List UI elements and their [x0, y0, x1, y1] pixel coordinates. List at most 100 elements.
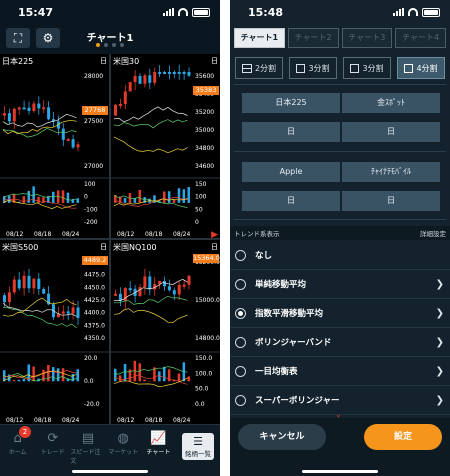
radio[interactable] [235, 365, 246, 377]
radio[interactable] [235, 278, 246, 290]
candle-body [12, 279, 16, 293]
chevron-right-icon[interactable]: ❯ [436, 395, 444, 406]
osc-bar [17, 379, 21, 382]
split-label: 3分割 [362, 63, 384, 73]
y-tick-label: 4475.0 [84, 272, 105, 279]
chart-panel-nikkei[interactable]: 28000 27500 27000 100 0 -100 -200 08/12 08/18 08/… [0, 54, 109, 238]
page-dot[interactable] [112, 43, 116, 47]
tab-label: トレード [40, 449, 65, 456]
slot-1-interval[interactable]: 日 [242, 122, 340, 142]
slot-2-interval[interactable]: 日 [342, 122, 440, 142]
detail-settings-link[interactable]: 詳細設定 [420, 228, 446, 238]
osc-bar [182, 189, 186, 203]
osc-tick-label: 50.0 [195, 386, 209, 393]
tab-chart-1[interactable]: チャート1 [234, 28, 285, 48]
radio[interactable] [235, 249, 246, 261]
section-title: トレンド系表示 [234, 230, 280, 238]
tab-home[interactable]: ⌂ 2 ホーム [0, 425, 35, 476]
tab-label: 銘柄一覧 [185, 450, 212, 458]
page-dots[interactable] [0, 43, 220, 47]
option-ema[interactable]: 指数平滑移動平均 ❯ [230, 299, 450, 328]
tab-trade[interactable]: ⟳ トレード [35, 425, 70, 476]
candle-body [172, 290, 176, 295]
osc-bar [52, 367, 55, 382]
osc-bar [52, 191, 55, 203]
symbol-list-button[interactable]: ☰ 銘柄一覧 [182, 433, 215, 460]
action-bar: キャンセル 設定 [230, 418, 450, 476]
slot-3-interval[interactable]: 日 [242, 191, 340, 211]
ma-line [113, 308, 188, 324]
ma-line [113, 119, 188, 129]
osc-bar [187, 187, 190, 203]
list-icon: ☰ [193, 435, 203, 448]
chart-header: ⛶ ⚙ チャート1 [0, 24, 220, 54]
osc-bar [61, 368, 65, 382]
candle-body [163, 72, 166, 74]
candle-body [3, 295, 6, 303]
chevron-right-icon[interactable]: ❯ [436, 366, 444, 377]
osc-bar [27, 190, 30, 203]
split-3b-button[interactable]: 3分割 [343, 57, 391, 79]
page-dot[interactable] [104, 43, 108, 47]
tab-chart[interactable]: 📈 チャート [141, 425, 176, 476]
ma-line [2, 297, 77, 317]
osc-bar [138, 363, 141, 382]
page-dot[interactable] [96, 43, 100, 47]
candle-body [66, 139, 70, 142]
page-dot[interactable] [120, 43, 124, 47]
price-tag: 35383 [193, 86, 219, 95]
chevron-right-icon[interactable]: ❯ [436, 308, 444, 319]
radio-selected[interactable] [235, 307, 246, 319]
tab-chart-3[interactable]: チャート3 [341, 28, 393, 48]
candle-body [167, 72, 171, 74]
radio[interactable] [235, 336, 246, 348]
candle-body [153, 72, 157, 83]
candle-body [71, 307, 75, 314]
slot-4-symbol[interactable]: ﾁｬｲﾅﾃﾓﾊﾞｲﾙ [342, 162, 440, 182]
chevron-right-icon[interactable]: ❯ [436, 337, 444, 348]
split-4-button[interactable]: 4分割 [397, 57, 445, 79]
osc-bar [123, 198, 127, 203]
chart-panel-nq100[interactable]: 15200.015000.014800.0150.0100.050.00.008… [111, 240, 220, 424]
chart-grid: 28000 27500 27000 100 0 -100 -200 08/12 08/18 08/… [0, 54, 220, 424]
split-2-button[interactable]: 2分割 [235, 57, 283, 79]
split-label: 3分割 [308, 63, 330, 73]
option-ichimoku[interactable]: 一目均衡表 ❯ [230, 357, 450, 386]
split-3a-button[interactable]: 3分割 [289, 57, 337, 79]
panel-interval: 日 [211, 243, 218, 251]
slot-2-symbol[interactable]: 金ｽﾎﾟｯﾄ [342, 93, 440, 113]
chart-panel-dow[interactable]: 3560035400352003500034800346001501005000… [111, 54, 220, 238]
chart-svg: 28000 27500 27000 100 0 -100 -200 08/12 08/18 08/… [0, 73, 109, 238]
tab-speed-order[interactable]: ▤ スピード注文 [70, 425, 105, 476]
tab-chart-2[interactable]: チャート2 [287, 28, 339, 48]
option-sma[interactable]: 単純移動平均 ❯ [230, 270, 450, 299]
osc-tick-label: 150.0 [195, 355, 212, 362]
candle-body [172, 72, 176, 74]
cancel-button[interactable]: キャンセル [238, 424, 326, 450]
trend-section-header: トレンド系表示 詳細設定 [230, 226, 450, 240]
expand-arrow-icon[interactable]: ▶ [211, 230, 218, 240]
signal-icon [393, 8, 404, 16]
tab-symbol-list[interactable]: ☰ 銘柄一覧 [176, 425, 220, 476]
option-none[interactable]: なし [230, 241, 450, 270]
tab-chart-4[interactable]: チャート4 [395, 28, 446, 48]
tab-market[interactable]: ◍ マーケット [106, 425, 141, 476]
set-button[interactable]: 設定 [364, 424, 442, 450]
candle-body [114, 293, 117, 296]
split-3a-icon [296, 63, 306, 73]
osc-bar [133, 198, 137, 203]
chart-panel-sp500[interactable]: 4500.04475.04450.04425.04400.04375.04350… [0, 240, 109, 424]
slot-4-interval[interactable]: 日 [342, 191, 440, 211]
slot-1-symbol[interactable]: 日本225 [242, 93, 340, 113]
status-bar: 15:47 [0, 0, 220, 24]
osc-bar [12, 380, 16, 382]
slot-3-symbol[interactable]: Apple [242, 162, 340, 182]
option-bollinger[interactable]: ボリンジャーバンド ❯ [230, 328, 450, 357]
radio[interactable] [235, 394, 246, 406]
osc-bar [22, 378, 26, 382]
candle-body [17, 279, 21, 289]
candle-body [138, 287, 142, 296]
chevron-right-icon[interactable]: ❯ [436, 279, 444, 290]
ma-line [2, 307, 77, 328]
osc-bar [56, 368, 60, 382]
